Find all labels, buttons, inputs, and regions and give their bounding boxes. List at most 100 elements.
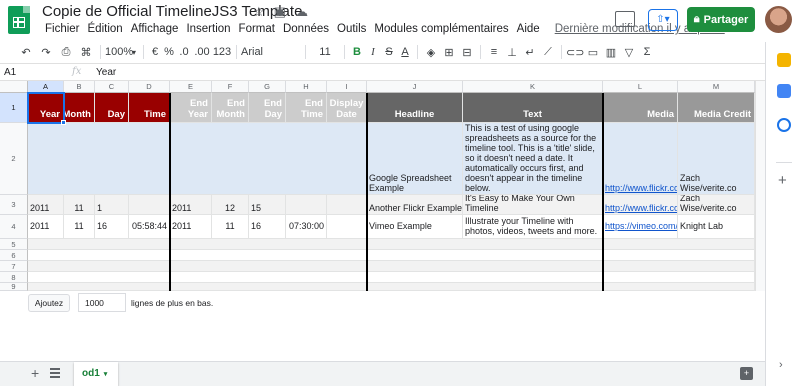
present-button[interactable]: ⇧▾ — [648, 9, 678, 31]
font-family-select[interactable]: Arial — [241, 46, 301, 58]
column-header-h[interactable]: H — [286, 81, 327, 93]
comments-icon[interactable] — [615, 11, 635, 27]
more-formats-button[interactable]: 123 — [212, 46, 232, 58]
row-header-3[interactable]: 3 — [0, 195, 28, 215]
cell-headline-3[interactable]: Another Flickr Example — [367, 195, 463, 215]
row-header-2[interactable]: 2 — [0, 123, 28, 195]
horizontal-align-icon[interactable]: ≡ — [485, 46, 503, 58]
header-cell-month[interactable]: Month — [64, 93, 95, 123]
column-header-f[interactable]: F — [212, 81, 249, 93]
header-cell-end-year[interactable]: End Year — [170, 93, 212, 123]
empty-row-5[interactable] — [28, 239, 755, 250]
menu-outils[interactable]: Outils — [334, 23, 371, 35]
row-header-6[interactable]: 6 — [0, 250, 28, 261]
cell-media-2[interactable]: http://www.flickr.com — [603, 123, 678, 195]
increase-decimals-button[interactable]: .00 — [192, 46, 212, 58]
cell-c4[interactable]: 16 — [95, 215, 129, 239]
header-cell-end-day[interactable]: End Day — [249, 93, 286, 123]
row-header-5[interactable]: 5 — [0, 239, 28, 250]
row-header-9[interactable]: 9 — [0, 283, 28, 291]
cell-f4[interactable]: 11 — [212, 215, 249, 239]
text-rotation-icon[interactable]: ⟋ — [539, 46, 557, 59]
print-icon[interactable]: ⎙ — [56, 46, 76, 59]
row-header-4[interactable]: 4 — [0, 215, 28, 239]
insert-comment-icon[interactable]: ▭ — [584, 46, 602, 59]
column-header-l[interactable]: L — [603, 81, 678, 93]
functions-icon[interactable]: Σ — [638, 46, 656, 58]
fill-handle[interactable] — [61, 120, 66, 125]
header-cell-headline[interactable]: Headline — [367, 93, 463, 123]
calendar-icon[interactable] — [777, 118, 791, 132]
header-cell-media-credit[interactable]: Media Credit — [678, 93, 755, 123]
header-cell-text[interactable]: Text — [463, 93, 603, 123]
cell-credit-3[interactable]: Zach Wise/verite.co — [678, 195, 755, 215]
header-cell-end-month[interactable]: End Month — [212, 93, 249, 123]
cell-d4[interactable]: 05:58:44 — [129, 215, 170, 239]
cell-text-3[interactable]: It's Easy to Make Your Own Timeline — [463, 195, 603, 215]
column-header-e[interactable]: E — [170, 81, 212, 93]
media-4-link[interactable]: https://vimeo.com/1 — [605, 221, 677, 231]
tasks-icon[interactable] — [777, 84, 791, 98]
column-header-j[interactable]: J — [367, 81, 463, 93]
media-2-link[interactable]: http://www.flickr.com — [605, 183, 677, 193]
header-cell-end-time[interactable]: End Time — [286, 93, 327, 123]
column-header-i[interactable]: I — [327, 81, 367, 93]
filter-icon[interactable]: ▽ — [620, 46, 638, 59]
text-color-button[interactable]: A — [397, 46, 413, 58]
menu-donnees[interactable]: Données — [280, 23, 334, 35]
cell-e2-i2[interactable] — [170, 123, 367, 195]
insert-chart-icon[interactable]: ▥ — [602, 46, 620, 59]
media-3-link[interactable]: http://www.flickr.com — [605, 203, 677, 213]
vertical-scrollbar[interactable] — [755, 81, 765, 291]
menu-fichier[interactable]: Fichier — [42, 23, 85, 35]
row-header-7[interactable]: 7 — [0, 261, 28, 272]
empty-row-8[interactable] — [28, 272, 755, 283]
cloud-status-icon[interactable]: ☁ — [295, 4, 308, 20]
menu-format[interactable]: Format — [236, 23, 280, 35]
menu-affichage[interactable]: Affichage — [128, 23, 184, 35]
undo-icon[interactable]: ↶ — [16, 46, 36, 59]
add-rows-button[interactable]: Ajoutez — [28, 294, 70, 312]
menu-aide[interactable]: Aide — [514, 23, 545, 35]
column-header-g[interactable]: G — [249, 81, 286, 93]
star-icon[interactable]: ☆ — [253, 4, 265, 20]
column-header-b[interactable]: B — [64, 81, 95, 93]
empty-row-6[interactable] — [28, 250, 755, 261]
cell-g3[interactable]: 15 — [249, 195, 286, 215]
cell-e3[interactable]: 2011 — [170, 195, 212, 215]
sheets-logo-icon[interactable] — [8, 6, 30, 34]
explore-icon[interactable]: + — [740, 367, 753, 380]
italic-button[interactable]: I — [365, 46, 381, 58]
add-rows-count-input[interactable]: 1000 — [78, 293, 126, 312]
cell-credit-2[interactable]: Zach Wise/verite.co — [678, 123, 755, 195]
text-wrap-icon[interactable]: ↵ — [521, 46, 539, 59]
currency-format-button[interactable]: € — [148, 46, 162, 58]
cell-c3[interactable]: 1 — [95, 195, 129, 215]
cell-h3[interactable] — [286, 195, 327, 215]
name-box[interactable]: A1 — [4, 67, 16, 78]
avatar[interactable] — [765, 6, 792, 33]
header-cell-day[interactable]: Day — [95, 93, 129, 123]
zoom-caret-icon[interactable]: ▾ — [129, 48, 139, 57]
cell-a3[interactable]: 2011 — [28, 195, 64, 215]
cell-f3[interactable]: 12 — [212, 195, 249, 215]
merge-cells-icon[interactable]: ⊟ — [458, 46, 476, 59]
font-size-select[interactable]: 11 — [310, 46, 340, 58]
redo-icon[interactable]: ↷ — [36, 46, 56, 59]
cell-i4[interactable] — [327, 215, 367, 239]
column-header-k[interactable]: K — [463, 81, 603, 93]
column-header-m[interactable]: M — [678, 81, 755, 93]
cell-h4[interactable]: 07:30:00 — [286, 215, 327, 239]
cell-a4[interactable]: 2011 — [28, 215, 64, 239]
zoom-select[interactable]: 100% — [105, 46, 133, 58]
sheet-tab-caret-icon[interactable]: ▾ — [104, 371, 108, 378]
column-header-d[interactable]: D — [129, 81, 170, 93]
share-button[interactable]: 🔒︎ Partager — [687, 7, 755, 32]
keep-icon[interactable] — [777, 53, 791, 67]
select-all-corner[interactable] — [0, 81, 28, 93]
cell-text-2[interactable]: This is a test of using google spreadshe… — [463, 123, 603, 195]
cell-a2-d2[interactable] — [28, 123, 170, 195]
row-header-1[interactable]: 1 — [0, 93, 28, 123]
cell-d3[interactable] — [129, 195, 170, 215]
get-addons-icon[interactable]: + — [778, 172, 787, 189]
